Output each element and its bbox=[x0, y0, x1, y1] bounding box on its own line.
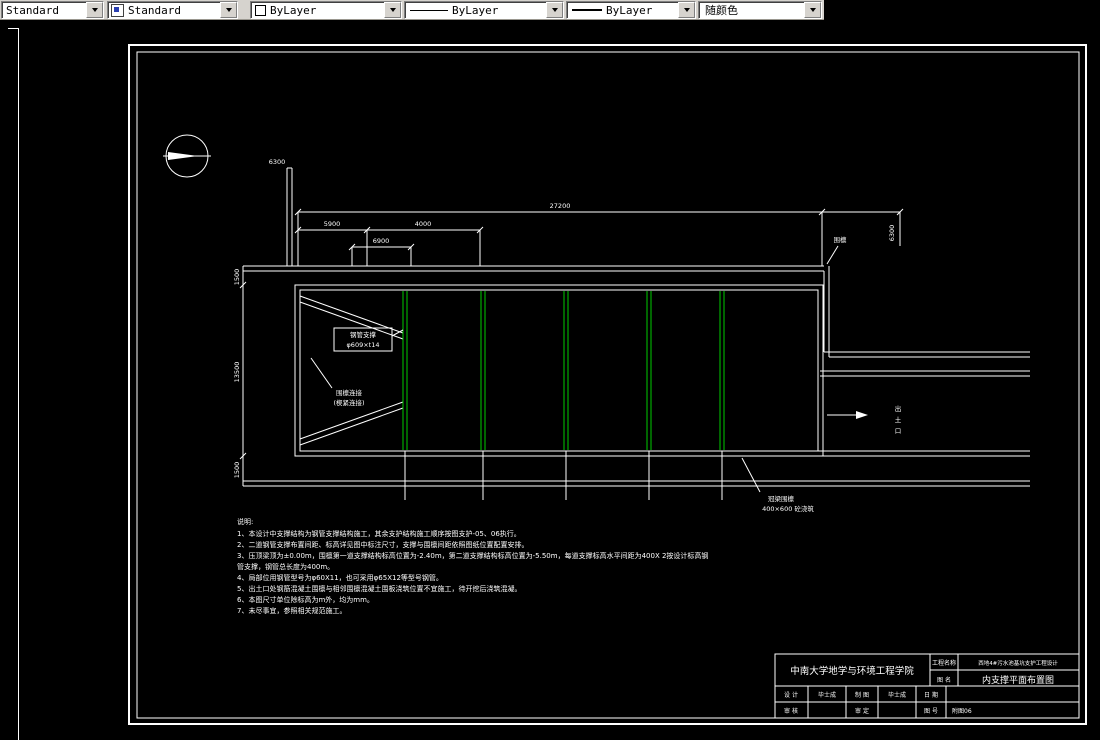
dim-seg2: 4000 bbox=[415, 220, 432, 228]
steel-pipe-supports bbox=[402, 291, 725, 500]
dim-total-top: 27200 bbox=[550, 202, 571, 210]
crown-beam-label-line1: 冠梁围檩 bbox=[768, 494, 795, 503]
soil-exit-label-char3: 口 bbox=[895, 427, 902, 435]
soil-exit-arrow-icon bbox=[827, 411, 868, 419]
notes-header: 说明: bbox=[237, 517, 253, 526]
crown-beam-label-line2: 400×600 砼浇筑 bbox=[762, 504, 814, 513]
note-line: 管支撑，钢管总长度为400m。 bbox=[237, 562, 334, 571]
titleblock-draft-label: 制 图 bbox=[855, 691, 869, 699]
titleblock-number-value: 附图06 bbox=[952, 707, 972, 715]
titleblock-number-label: 图 号 bbox=[924, 708, 938, 715]
sheet-frame bbox=[128, 44, 1087, 725]
titleblock-design-label: 设 计 bbox=[784, 691, 798, 699]
note-line: 6、本图尺寸单位除标高为m外，均为mm。 bbox=[237, 595, 374, 604]
title-block: 中南大学地学与环境工程学院 工程名称 西地4#污水池基坑支护工程设计 图 名 内… bbox=[774, 653, 1080, 719]
pit-walls bbox=[243, 167, 1030, 487]
titleblock-design-value: 毕士成 bbox=[818, 691, 836, 699]
note-line: 2、二道钢管支撑布置间距、标高详见图中标注尺寸，支撑与围檩间距依照图纸位置配置安… bbox=[237, 540, 528, 549]
dim-left-wall-top: 6300 bbox=[269, 158, 286, 166]
titleblock-date-label: 日 期 bbox=[924, 691, 938, 699]
support-pile bbox=[719, 291, 725, 500]
dim-left-main: 13500 bbox=[233, 362, 241, 383]
soil-exit-label-char2: 土 bbox=[895, 415, 902, 424]
dim-seg3: 6900 bbox=[373, 237, 390, 245]
north-symbol bbox=[163, 134, 211, 178]
pipe-support-label-line1: 钢管支撑 bbox=[350, 330, 377, 339]
note-line: 7、未尽事宜，参照相关规范施工。 bbox=[237, 606, 346, 615]
layout-edge bbox=[8, 28, 19, 740]
dim-seg1: 5900 bbox=[324, 220, 341, 228]
titleblock-approve-label: 审 定 bbox=[855, 707, 869, 715]
support-pile bbox=[563, 291, 569, 500]
support-pile bbox=[646, 291, 652, 500]
dim-left-top: 1500 bbox=[233, 269, 241, 286]
support-pile bbox=[402, 291, 408, 500]
cad-application-window: Standard Standard ByLayer ByLayer ByLaye… bbox=[0, 0, 1100, 740]
titleblock-draft-value: 毕士成 bbox=[888, 691, 906, 699]
annotations: 围檩 钢管支撑 φ609×t14 围檩连接 (楔紧连接) 出 土 口 冠梁围檩 … bbox=[310, 235, 902, 513]
soil-exit-label-char1: 出 bbox=[895, 404, 902, 413]
dim-left-bottom: 1500 bbox=[233, 462, 241, 479]
titleblock-project-label: 工程名称 bbox=[932, 659, 956, 667]
waler-connection-label-line1: 围檩连接 bbox=[336, 388, 363, 397]
note-line: 1、本设计中支撑结构为钢管支撑结构施工，其余支护结构施工顺序按图支护-05、06… bbox=[237, 529, 521, 538]
dim-right-side: 6300 bbox=[888, 225, 896, 242]
support-pile bbox=[480, 291, 486, 500]
pipe-support-label-line2: φ609×t14 bbox=[347, 341, 380, 349]
waler-connection-label-line2: (楔紧连接) bbox=[333, 398, 364, 407]
notes-block: 说明: 1、本设计中支撑结构为钢管支撑结构施工，其余支护结构施工顺序按图支护-0… bbox=[237, 517, 708, 615]
titleblock-project-value: 西地4#污水池基坑支护工程设计 bbox=[978, 659, 1058, 667]
note-line: 5、出土口处钢筋混凝土围檩与相邻围檩混凝土围板浇筑位置不宜施工，待开挖后浇筑混凝… bbox=[237, 584, 521, 593]
titleblock-drawing-label: 图 名 bbox=[937, 676, 951, 684]
waler-label: 围檩 bbox=[834, 235, 848, 244]
note-line: 4、局部位用钢管型号为φ60X11，也可采用φ65X12等型号钢管。 bbox=[237, 573, 443, 582]
cad-canvas[interactable]: 6300 27200 6300 5900 4000 6900 1500 1350… bbox=[0, 0, 1100, 740]
note-line: 3、压顶梁顶为±0.00m，围檩第一道支撑结构标高位置为-2.40m，第二道支撑… bbox=[237, 551, 708, 560]
titleblock-school: 中南大学地学与环境工程学院 bbox=[790, 665, 914, 677]
titleblock-check-label: 审 核 bbox=[784, 707, 798, 715]
corner-braces bbox=[299, 295, 404, 446]
titleblock-drawing-title: 内支撑平面布置图 bbox=[982, 674, 1054, 686]
